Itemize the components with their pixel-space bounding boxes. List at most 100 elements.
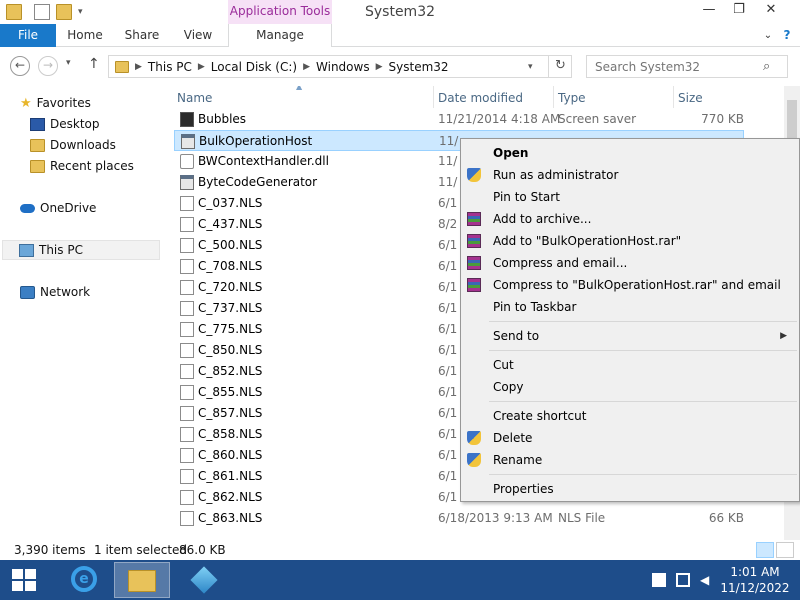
close-button[interactable]: ✕ — [756, 0, 786, 22]
minimize-button[interactable]: — — [694, 0, 724, 22]
nav-favorites[interactable]: ★ Favorites — [20, 93, 91, 113]
column-header-date[interactable]: Date modified — [438, 88, 523, 108]
file-date: 11/ — [438, 175, 458, 189]
breadcrumb-system32[interactable]: System32 — [385, 60, 453, 74]
navigation-bar: ← → ▾ ↑ ▶ This PC ▶ Local Disk (C:) ▶ Wi… — [0, 48, 800, 84]
search-input[interactable] — [587, 59, 763, 74]
tab-view[interactable]: View — [176, 24, 220, 47]
file-name: C_775.NLS — [198, 322, 263, 336]
back-button[interactable]: ← — [10, 56, 30, 76]
menu-item-open[interactable]: Open — [463, 142, 797, 164]
nav-recent-places[interactable]: Recent places — [30, 156, 134, 176]
customize-qat-icon[interactable]: ▾ — [78, 7, 83, 17]
menu-item-pin-to-start[interactable]: Pin to Start — [463, 186, 797, 208]
file-name: BulkOperationHost — [199, 134, 313, 148]
properties-icon[interactable] — [34, 4, 50, 20]
tab-share[interactable]: Share — [118, 24, 166, 47]
desktop-icon — [30, 117, 45, 131]
chevron-right-icon[interactable]: ▶ — [196, 62, 207, 72]
file-date: 6/1 — [438, 280, 458, 294]
menu-item-run-as-administrator[interactable]: Run as administrator — [463, 164, 797, 186]
menu-separator — [489, 401, 797, 402]
menu-item-pin-to-taskbar[interactable]: Pin to Taskbar — [463, 296, 797, 318]
nav-network[interactable]: Network — [20, 282, 90, 302]
column-header-name[interactable]: Name — [177, 88, 212, 108]
menu-item-send-to[interactable]: Send to ▶ — [463, 325, 797, 347]
tab-manage[interactable]: Manage — [228, 24, 332, 47]
nav-favorites-label: Favorites — [36, 96, 91, 110]
chevron-right-icon[interactable]: ▶ — [374, 62, 385, 72]
app-taskbar-button[interactable] — [176, 562, 232, 598]
tab-file[interactable]: File — [0, 24, 56, 47]
menu-item-cut[interactable]: Cut — [463, 354, 797, 376]
menu-item-compress-and-email[interactable]: Compress and email... — [463, 252, 797, 274]
nav-onedrive[interactable]: OneDrive — [20, 198, 96, 218]
network-icon — [20, 285, 35, 299]
folder-icon[interactable] — [6, 4, 22, 20]
file-date: 6/1 — [438, 427, 458, 441]
forward-button[interactable]: → — [38, 56, 58, 76]
file-date: 11/ — [438, 154, 458, 168]
ribbon-expand-icon[interactable]: ⌄ — [760, 24, 776, 47]
menu-item-rename[interactable]: Rename — [463, 449, 797, 471]
file-type: NLS File — [558, 511, 606, 525]
recent-places-icon — [30, 159, 45, 173]
column-divider[interactable] — [673, 86, 674, 108]
column-header-size[interactable]: Size — [678, 88, 703, 108]
file-row[interactable]: C_863.NLS 6/18/2013 9:13 AM NLS File 66 KB — [174, 508, 744, 529]
breadcrumb-windows[interactable]: Windows — [312, 60, 374, 74]
recent-locations-button[interactable]: ▾ — [66, 58, 71, 68]
menu-item-add-to-rar[interactable]: Add to "BulkOperationHost.rar" — [463, 230, 797, 252]
menu-item-properties[interactable]: Properties — [463, 478, 797, 500]
status-bar: 3,390 items 1 item selected 86.0 KB — [0, 540, 800, 560]
file-explorer-icon — [128, 570, 156, 592]
large-icons-view-button[interactable] — [776, 542, 794, 558]
details-view-button[interactable] — [756, 542, 774, 558]
file-name: ByteCodeGenerator — [198, 175, 318, 189]
action-center-flag-icon[interactable] — [652, 573, 666, 587]
uac-shield-icon — [467, 453, 481, 467]
volume-muted-icon[interactable]: ◀ — [700, 573, 714, 587]
breadcrumb-this-pc[interactable]: This PC — [144, 60, 196, 74]
new-folder-icon[interactable] — [56, 4, 72, 20]
column-header-type[interactable]: Type — [558, 88, 586, 108]
file-row[interactable]: Bubbles 11/21/2014 4:18 AM Screen saver 770… — [174, 109, 744, 130]
nav-desktop[interactable]: Desktop — [30, 114, 100, 134]
column-divider[interactable] — [553, 86, 554, 108]
chevron-right-icon[interactable]: ▶ — [301, 62, 312, 72]
internet-explorer-button[interactable]: e — [56, 562, 112, 598]
chevron-right-icon[interactable]: ▶ — [133, 62, 144, 72]
tab-home[interactable]: Home — [62, 24, 108, 47]
network-status-icon[interactable] — [676, 573, 690, 587]
menu-item-label: Add to archive... — [493, 212, 592, 226]
menu-item-add-to-archive[interactable]: Add to archive... — [463, 208, 797, 230]
menu-item-compress-to-rar-and-email[interactable]: Compress to "BulkOperationHost.rar" and … — [463, 274, 797, 296]
menu-item-delete[interactable]: Delete — [463, 427, 797, 449]
menu-item-copy[interactable]: Copy — [463, 376, 797, 398]
file-name: C_500.NLS — [198, 238, 263, 252]
address-bar[interactable]: ▶ This PC ▶ Local Disk (C:) ▶ Windows ▶ … — [108, 55, 572, 78]
column-divider[interactable] — [433, 86, 434, 108]
search-icon[interactable]: ⌕ — [763, 59, 770, 74]
up-button[interactable]: ↑ — [88, 56, 100, 72]
file-date: 6/1 — [438, 364, 458, 378]
help-icon[interactable]: ? — [778, 24, 796, 47]
internet-explorer-icon: e — [71, 566, 97, 592]
winrar-icon — [467, 234, 481, 248]
file-explorer-button[interactable] — [114, 562, 170, 598]
file-icon — [180, 511, 194, 526]
address-dropdown-icon[interactable]: ▾ — [528, 62, 533, 72]
nav-this-pc[interactable]: This PC — [2, 240, 160, 260]
menu-item-label: Run as administrator — [493, 168, 619, 182]
nav-downloads[interactable]: Downloads — [30, 135, 116, 155]
context-menu: Open Run as administrator Pin to Start A… — [460, 138, 800, 502]
search-box[interactable]: ⌕ — [586, 55, 788, 78]
start-button[interactable] — [12, 569, 36, 591]
refresh-button[interactable]: ↻ — [548, 55, 572, 78]
taskbar-clock[interactable]: 1:01 AM 11/12/2022 — [716, 564, 794, 596]
maximize-button[interactable]: ❐ — [724, 0, 754, 22]
file-icon — [180, 427, 194, 442]
menu-item-create-shortcut[interactable]: Create shortcut — [463, 405, 797, 427]
breadcrumb-local-disk[interactable]: Local Disk (C:) — [207, 60, 301, 74]
title-bar: ▾ — [0, 0, 800, 24]
